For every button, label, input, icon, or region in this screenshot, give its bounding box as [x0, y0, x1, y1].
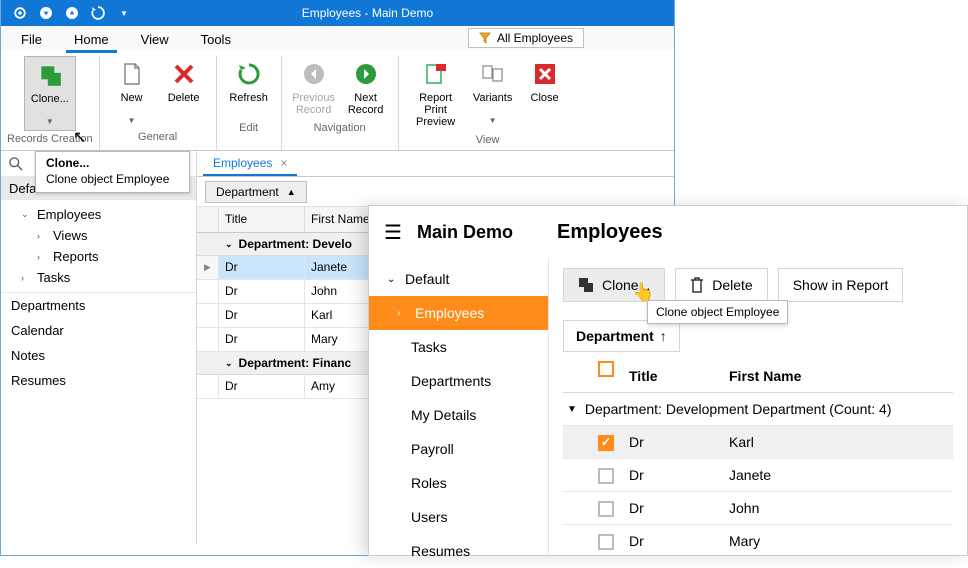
ribbon-group-general: General	[138, 129, 177, 147]
show-in-report-button[interactable]: Show in Report	[778, 268, 904, 302]
page-title: Employees	[557, 221, 663, 244]
window-titlebar: ▼ Employees - Main Demo	[1, 0, 674, 26]
row-checkbox[interactable]	[598, 468, 614, 484]
nav-notes[interactable]: Notes	[1, 343, 196, 368]
clone-button[interactable]: Clone...	[563, 268, 665, 302]
new-file-icon	[118, 60, 146, 88]
grid-handle-header	[197, 207, 219, 232]
menu-tools[interactable]: Tools	[195, 29, 237, 50]
window-title: Employees - Main Demo	[131, 6, 674, 20]
sort-chip-department[interactable]: Department ▲	[205, 181, 307, 203]
tree-reports[interactable]: ›Reports	[1, 246, 196, 267]
ribbon-group-view: View	[476, 132, 500, 150]
clone-icon	[36, 61, 64, 89]
tab-close-icon[interactable]: ×	[280, 156, 287, 170]
row-checkbox[interactable]	[598, 534, 614, 550]
sidebar-item-employees[interactable]: ›Employees	[369, 296, 548, 330]
expand-header	[563, 360, 589, 392]
caret-right-icon: ›	[37, 252, 47, 262]
trash-icon	[690, 277, 704, 293]
sidebar-item-resumes[interactable]: Resumes	[369, 534, 548, 568]
sort-asc-icon: ▲	[287, 187, 296, 197]
filter-dropdown[interactable]: All Employees	[468, 28, 584, 48]
tree-tasks[interactable]: ›Tasks	[1, 267, 196, 288]
table-row[interactable]: DrMary	[563, 524, 953, 557]
group-chip-department[interactable]: Department ↑	[563, 320, 680, 352]
menu-view[interactable]: View	[135, 29, 175, 50]
sidebar-item-departments[interactable]: Departments	[369, 364, 548, 398]
titlebar-down-icon[interactable]	[39, 6, 53, 20]
sort-asc-icon: ↑	[660, 328, 667, 344]
ribbon-group-nav: Navigation	[314, 120, 366, 138]
col-first-name[interactable]: First Name	[723, 360, 953, 392]
funnel-icon	[479, 32, 491, 44]
menu-file[interactable]: File	[15, 29, 48, 50]
sidebar-item-users[interactable]: Users	[369, 500, 548, 534]
caret-right-icon: ›	[397, 308, 407, 319]
menu-home[interactable]: Home	[68, 29, 115, 50]
row-checkbox[interactable]	[598, 435, 614, 451]
caret-down-icon: ▼	[567, 404, 577, 415]
col-title[interactable]: Title	[623, 360, 723, 392]
sidebar-item-default[interactable]: ⌄Default	[369, 262, 548, 296]
clone-tooltip: Clone... Clone object Employee	[35, 151, 190, 193]
tree-employees[interactable]: ⌄Employees	[1, 204, 196, 225]
arrow-left-circle-icon	[300, 60, 328, 88]
chevron-down-icon: ▼	[128, 116, 136, 125]
hamburger-menu-icon[interactable]: ☰	[369, 220, 417, 245]
caret-down-icon: ⌄	[225, 239, 233, 250]
titlebar-btn-1[interactable]	[13, 6, 27, 20]
nav-resumes[interactable]: Resumes	[1, 368, 196, 393]
row-indicator-icon: ▶	[197, 256, 219, 279]
group-row-development[interactable]: ▼ Department: Development Department (Co…	[563, 393, 953, 425]
chevron-down-icon: ▼	[489, 116, 497, 125]
titlebar-dropdown-icon[interactable]: ▼	[117, 6, 131, 20]
chevron-down-icon: ▼	[46, 117, 54, 126]
titlebar-up-icon[interactable]	[65, 6, 79, 20]
sidebar-item-tasks[interactable]: Tasks	[369, 330, 548, 364]
delete-x-icon	[170, 60, 198, 88]
caret-right-icon: ›	[37, 231, 47, 241]
filter-label: All Employees	[497, 31, 573, 45]
search-icon[interactable]	[9, 157, 23, 171]
sidebar-item-payroll[interactable]: Payroll	[369, 432, 548, 466]
next-record-button[interactable]: Next Record	[340, 56, 392, 120]
sidebar-item-mydetails[interactable]: My Details	[369, 398, 548, 432]
table-row[interactable]: DrJohn	[563, 491, 953, 524]
caret-down-icon: ⌄	[21, 209, 31, 220]
app-title: Main Demo	[417, 222, 557, 243]
clone-tooltip: Clone object Employee	[647, 300, 788, 324]
refresh-button[interactable]: Refresh	[223, 56, 275, 120]
delete-button[interactable]: Delete	[158, 56, 210, 129]
caret-down-icon: ⌄	[387, 274, 397, 285]
titlebar-refresh-icon[interactable]	[91, 6, 105, 20]
table-row[interactable]: DrJanete	[563, 458, 953, 491]
col-title[interactable]: Title	[219, 207, 305, 232]
clone-button[interactable]: Clone... ▼	[24, 56, 76, 131]
report-icon	[422, 60, 450, 88]
close-icon	[531, 60, 559, 88]
variants-icon	[479, 60, 507, 88]
table-row[interactable]: DrKarl	[563, 425, 953, 458]
new-button[interactable]: New ▼	[106, 56, 158, 129]
report-preview-button[interactable]: Report Print Preview	[405, 56, 467, 132]
select-all-checkbox[interactable]	[589, 360, 623, 392]
arrow-right-circle-icon	[352, 60, 380, 88]
tree-views[interactable]: ›Views	[1, 225, 196, 246]
close-button[interactable]: Close	[519, 56, 571, 132]
caret-down-icon: ⌄	[225, 358, 233, 369]
prev-record-button: Previous Record	[288, 56, 340, 120]
sidebar-item-roles[interactable]: Roles	[369, 466, 548, 500]
row-checkbox[interactable]	[598, 501, 614, 517]
nav-calendar[interactable]: Calendar	[1, 318, 196, 343]
delete-button[interactable]: Delete	[675, 268, 767, 302]
clone-icon	[578, 277, 594, 293]
variants-button[interactable]: Variants ▼	[467, 56, 519, 132]
refresh-icon	[235, 60, 263, 88]
ribbon-group-records: Records Creation	[7, 131, 93, 149]
ribbon-group-edit: Edit	[239, 120, 258, 138]
nav-departments[interactable]: Departments	[1, 293, 196, 318]
caret-right-icon: ›	[21, 273, 31, 283]
tab-employees[interactable]: Employees ×	[203, 152, 297, 176]
